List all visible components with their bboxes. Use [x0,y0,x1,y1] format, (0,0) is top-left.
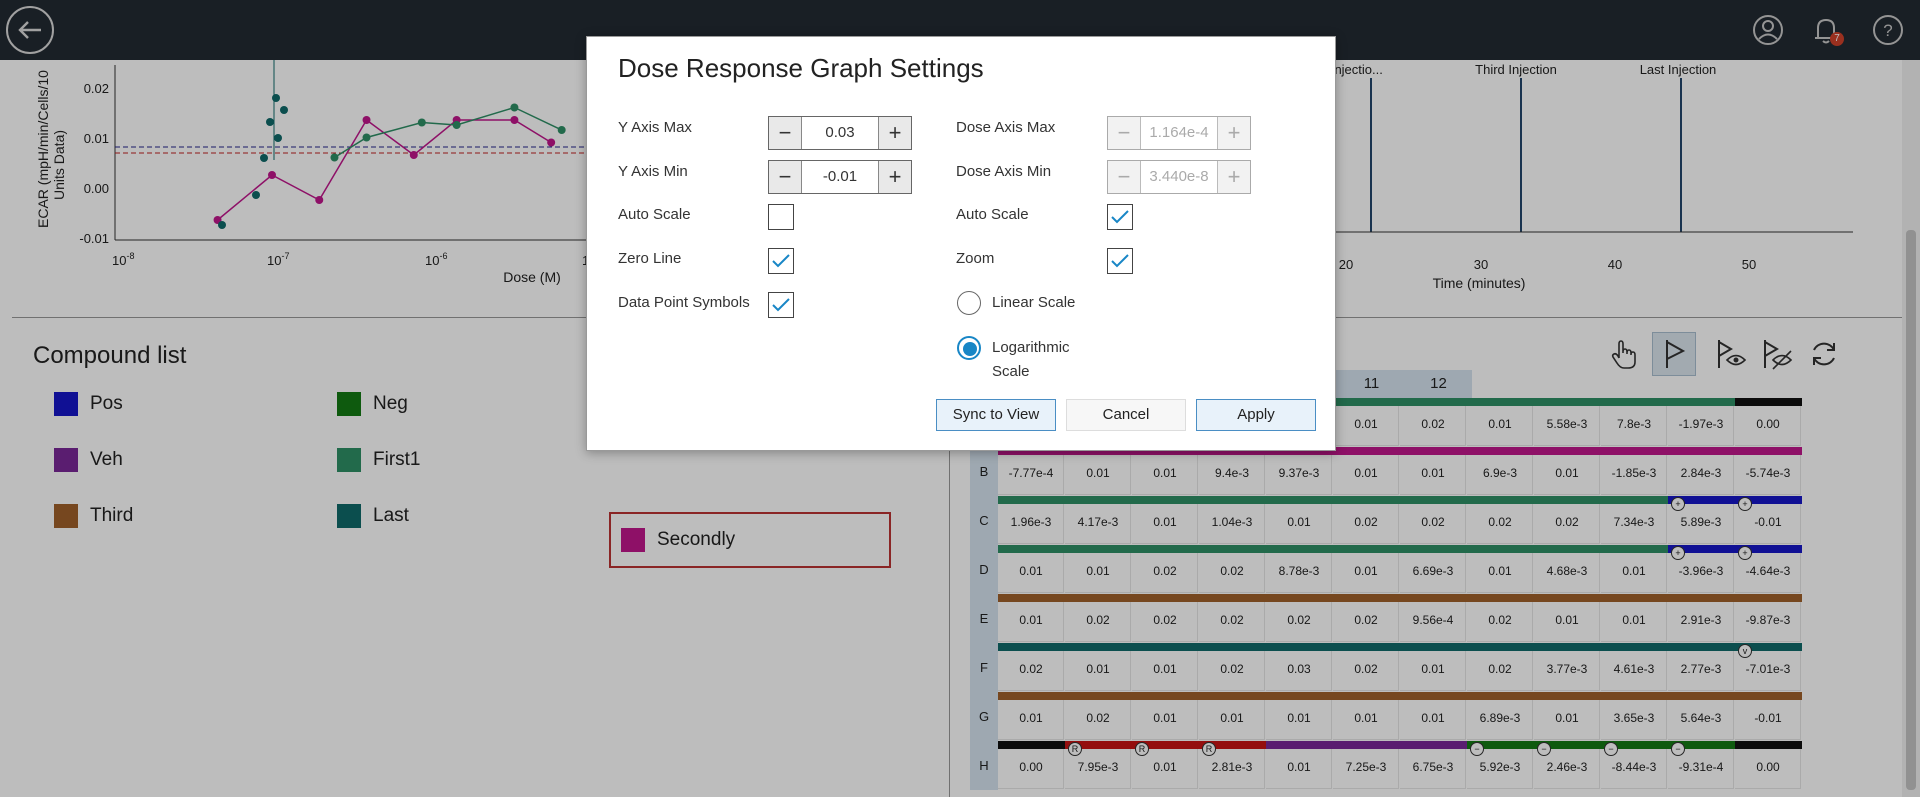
cancel-button[interactable]: Cancel [1066,399,1186,431]
logarithmic-scale-label-line2: Scale [992,363,1030,380]
auto-scale-checkbox[interactable] [768,204,794,230]
dose-axis-min-stepper: − 3.440e-8 + [1107,160,1251,194]
data-point-symbols-label: Data Point Symbols [618,294,750,311]
decrement-button[interactable]: − [769,161,801,193]
dose-axis-max-stepper: − 1.164e-4 + [1107,116,1251,150]
dialog-title: Dose Response Graph Settings [618,53,984,83]
increment-button[interactable]: + [1218,117,1250,149]
decrement-button[interactable]: − [1108,161,1140,193]
zero-line-checkbox[interactable] [768,248,794,274]
auto-scale-label: Auto Scale [618,206,691,223]
check-icon [1111,210,1129,224]
logarithmic-scale-label-line1: Logarithmic [992,339,1070,356]
dose-axis-min-input[interactable]: 3.440e-8 [1140,161,1218,193]
y-axis-max-label: Y Axis Max [618,119,692,136]
y-axis-min-input[interactable]: -0.01 [801,161,879,193]
y-axis-min-label: Y Axis Min [618,163,688,180]
dose-auto-scale-checkbox[interactable] [1107,204,1133,230]
dose-response-settings-dialog: Dose Response Graph Settings Y Axis Max … [586,36,1336,451]
linear-scale-radio[interactable] [957,291,981,315]
y-axis-max-stepper: − 0.03 + [768,116,912,150]
zero-line-label: Zero Line [618,250,682,267]
increment-button[interactable]: + [879,161,911,193]
zoom-checkbox[interactable] [1107,248,1133,274]
check-icon [1111,254,1129,268]
zoom-label: Zoom [956,250,995,267]
dose-axis-max-input[interactable]: 1.164e-4 [1140,117,1218,149]
apply-button[interactable]: Apply [1196,399,1316,431]
decrement-button[interactable]: − [1108,117,1140,149]
check-icon [772,298,790,312]
increment-button[interactable]: + [1218,161,1250,193]
decrement-button[interactable]: − [769,117,801,149]
check-icon [772,254,790,268]
linear-scale-label: Linear Scale [992,294,1076,311]
y-axis-min-stepper: − -0.01 + [768,160,912,194]
increment-button[interactable]: + [879,117,911,149]
logarithmic-scale-radio[interactable] [957,336,981,360]
dose-auto-scale-label: Auto Scale [956,206,1029,223]
data-point-symbols-checkbox[interactable] [768,292,794,318]
sync-to-view-button[interactable]: Sync to View [936,399,1056,431]
y-axis-max-input[interactable]: 0.03 [801,117,879,149]
dose-axis-max-label: Dose Axis Max [956,119,1056,136]
dose-axis-min-label: Dose Axis Min [956,163,1052,180]
